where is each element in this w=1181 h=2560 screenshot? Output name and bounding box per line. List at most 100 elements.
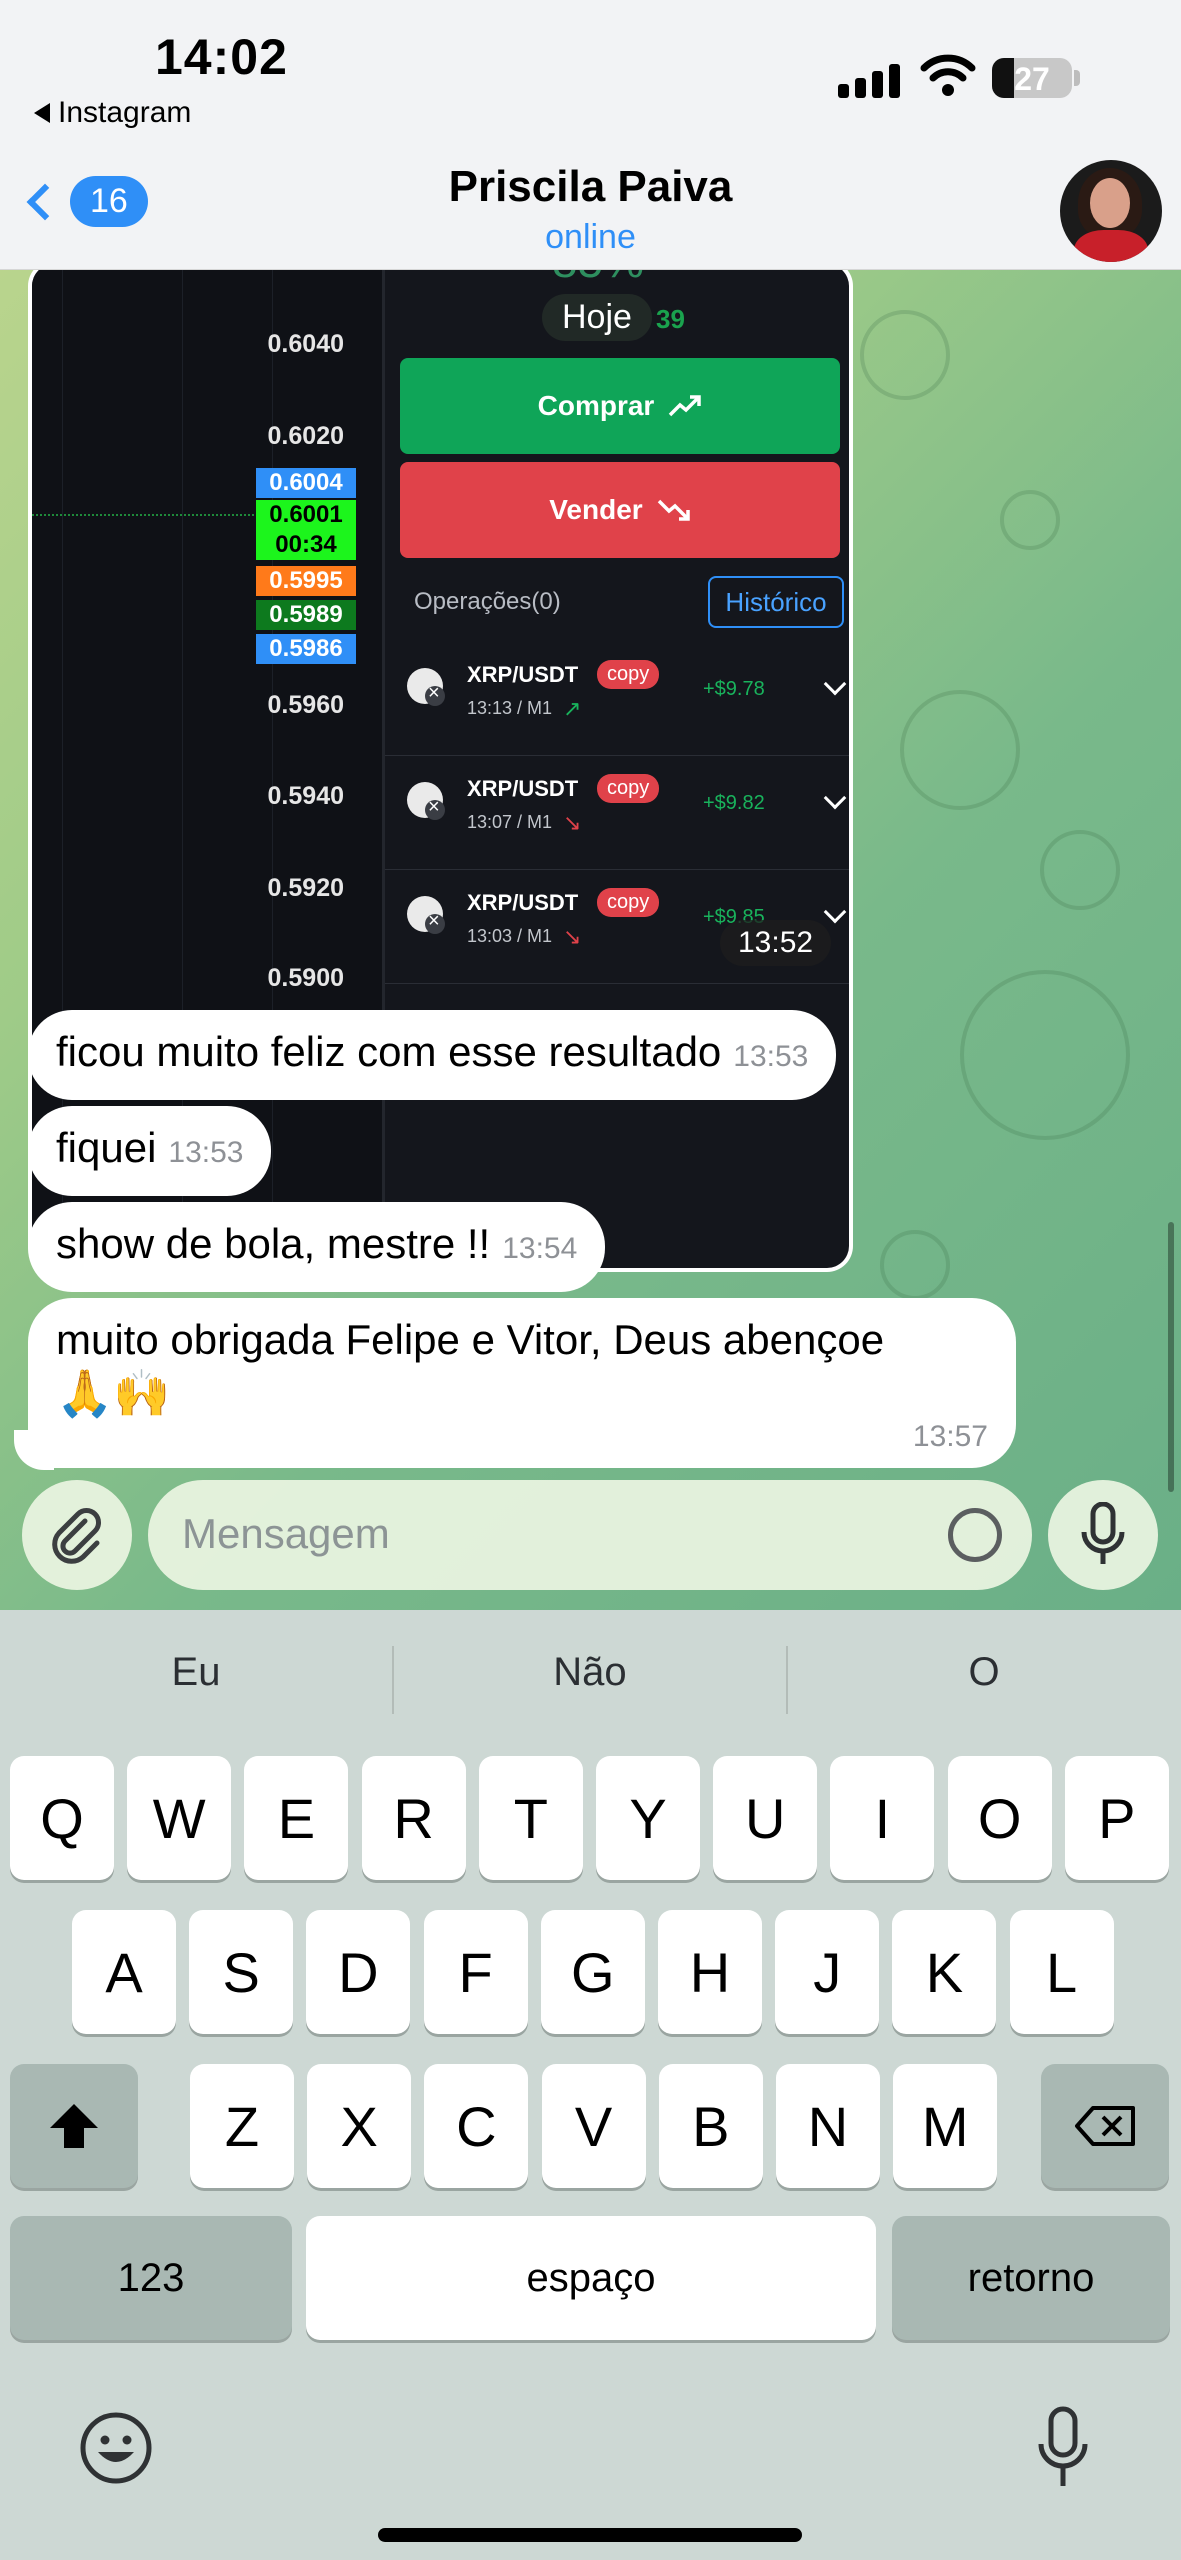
operation-profit: +$9.82 xyxy=(703,792,765,814)
price-axis-label: 0.6040 xyxy=(267,330,344,358)
doodle xyxy=(1040,830,1120,910)
trend-down-icon: ↘ xyxy=(563,810,582,835)
copy-badge: copy xyxy=(597,888,660,917)
payout-percent: 85% xyxy=(552,270,644,288)
shift-key[interactable] xyxy=(10,2064,138,2188)
sticker-icon[interactable] xyxy=(948,1508,1002,1562)
microphone-icon xyxy=(1081,1502,1125,1564)
key-i[interactable]: I xyxy=(830,1756,935,1880)
key-g[interactable]: G xyxy=(540,1910,645,2034)
numbers-key[interactable]: 123 xyxy=(10,2216,292,2340)
battery-cap xyxy=(1074,70,1080,86)
price-tag: 0.6001 xyxy=(256,500,356,530)
key-r[interactable]: R xyxy=(361,1756,466,1880)
message-bubble[interactable]: show de bola, mestre !! 13:54 xyxy=(28,1202,606,1292)
key-q[interactable]: Q xyxy=(10,1756,114,1880)
copy-badge: copy xyxy=(597,774,660,803)
key-c[interactable]: C xyxy=(424,2064,529,2188)
key-f[interactable]: F xyxy=(423,1910,528,2034)
message-emoji: 🙏🙌 xyxy=(56,1367,171,1419)
suggestion[interactable]: Não xyxy=(394,1650,786,1695)
message-bubble[interactable]: muito obrigada Felipe e Vitor, Deus aben… xyxy=(28,1298,1016,1468)
price-tag: 00:34 xyxy=(256,530,356,560)
trend-down-icon: ↘ xyxy=(563,924,582,949)
current-price-line xyxy=(32,514,258,516)
key-m[interactable]: M xyxy=(893,2064,998,2188)
key-a[interactable]: A xyxy=(72,1910,176,2034)
return-key[interactable]: retorno xyxy=(892,2216,1170,2340)
cellular-signal-icon xyxy=(838,58,900,98)
key-j[interactable]: J xyxy=(775,1910,880,2034)
price-tag: 0.5986 xyxy=(256,634,356,664)
message-time: 13:53 xyxy=(168,1136,244,1169)
price-tag: 0.5995 xyxy=(256,566,356,596)
space-key[interactable]: espaço xyxy=(306,2216,876,2340)
doodle xyxy=(960,970,1130,1140)
back-app-label: Instagram xyxy=(58,96,192,129)
keyboard: Eu Não O QWERTYUIOP ASDFGHJKL ZXCVBNM 12… xyxy=(0,1610,1181,2560)
back-to-app-link[interactable]: Instagram xyxy=(34,96,191,130)
key-z[interactable]: Z xyxy=(190,2064,294,2188)
doodle xyxy=(900,690,1020,810)
suggestion[interactable]: O xyxy=(788,1650,1180,1695)
emoji-button[interactable] xyxy=(78,2410,154,2491)
buy-label: Comprar xyxy=(537,390,655,421)
trend-up-icon xyxy=(669,395,702,417)
key-t[interactable]: T xyxy=(478,1756,583,1880)
grid-line xyxy=(272,270,273,1268)
message-text: muito obrigada Felipe e Vitor, Deus aben… xyxy=(56,1316,885,1363)
back-triangle-icon xyxy=(34,103,50,123)
key-y[interactable]: Y xyxy=(596,1756,700,1880)
key-s[interactable]: S xyxy=(189,1910,294,2034)
voice-message-button[interactable] xyxy=(1048,1480,1158,1590)
operation-row: × XRP/USDT copy 13:07 / M1 ↘ +$9.82 xyxy=(385,756,849,870)
battery-icon: 27 xyxy=(992,58,1072,98)
emoji-icon xyxy=(80,2412,152,2484)
key-k[interactable]: K xyxy=(892,1910,997,2034)
key-w[interactable]: W xyxy=(127,1756,232,1880)
price-axis-label: 0.5920 xyxy=(267,874,344,902)
sell-label: Vender xyxy=(549,494,643,525)
key-d[interactable]: D xyxy=(306,1910,411,2034)
message-text: ficou muito feliz com esse resultado xyxy=(56,1028,722,1075)
paperclip-icon xyxy=(52,1508,101,1564)
key-n[interactable]: N xyxy=(776,2064,880,2188)
chat-title[interactable]: Priscila Paiva xyxy=(0,162,1181,212)
trend-down-icon xyxy=(657,499,690,521)
avatar[interactable] xyxy=(1060,160,1162,262)
chat-status: online xyxy=(545,218,636,256)
operation-profit: +$9.78 xyxy=(703,678,765,700)
coin-icon: × xyxy=(407,668,445,706)
chat-background: 0.6040 0.6020 0.5960 0.5940 0.5920 0.5900 0.6… xyxy=(0,270,1181,1610)
shift-icon xyxy=(50,2104,98,2148)
message-placeholder: Mensagem xyxy=(182,1510,390,1557)
key-e[interactable]: E xyxy=(244,1756,349,1880)
message-time: 13:57 xyxy=(912,1420,988,1453)
copy-badge: copy xyxy=(597,660,660,689)
message-bubble[interactable]: fiquei 13:53 xyxy=(28,1106,272,1196)
operation-row: × XRP/USDT copy 13:13 / M1 ↗ +$9.78 xyxy=(385,642,849,756)
delete-key[interactable] xyxy=(1041,2064,1169,2188)
key-v[interactable]: V xyxy=(541,2064,646,2188)
attach-button[interactable] xyxy=(22,1480,132,1590)
key-b[interactable]: B xyxy=(658,2064,763,2188)
date-tail: 39 xyxy=(656,304,685,334)
message-time: 13:52 xyxy=(720,920,832,966)
key-o[interactable]: O xyxy=(947,1756,1052,1880)
key-p[interactable]: P xyxy=(1064,1756,1169,1880)
price-axis-label: 0.5940 xyxy=(267,782,344,810)
key-l[interactable]: L xyxy=(1009,1910,1114,2034)
price-axis-label: 0.5960 xyxy=(267,691,344,719)
home-indicator[interactable] xyxy=(378,2528,802,2542)
chevron-down-icon xyxy=(823,786,847,810)
key-x[interactable]: X xyxy=(307,2064,412,2188)
doodle xyxy=(860,310,950,400)
suggestion[interactable]: Eu xyxy=(0,1650,392,1695)
message-input[interactable]: Mensagem xyxy=(148,1480,1032,1590)
message-bubble[interactable]: ficou muito feliz com esse resultado 13:5… xyxy=(28,1010,837,1100)
price-tag: 0.6004 xyxy=(256,468,356,498)
key-u[interactable]: U xyxy=(713,1756,818,1880)
message-text: fiquei xyxy=(56,1124,157,1171)
key-h[interactable]: H xyxy=(658,1910,762,2034)
dictation-button[interactable] xyxy=(1036,2406,1090,2495)
